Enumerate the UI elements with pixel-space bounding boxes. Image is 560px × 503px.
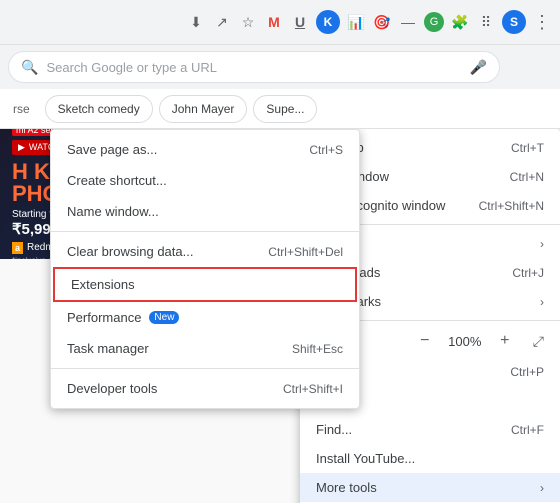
gmail-icon[interactable]: M (264, 12, 284, 32)
chips-row: rse Sketch comedy John Mayer Supe... (0, 89, 560, 129)
save-page-as-item[interactable]: Save page as... Ctrl+S (51, 134, 359, 165)
u-icon[interactable]: U (290, 12, 310, 32)
browser-toolbar: ⬇ ↗ ☆ M U K 📊 🎯 — G 🧩 ⠿ S ⋮ (0, 0, 560, 45)
toolbar-icons: ⬇ ↗ ☆ M U K 📊 🎯 — G 🧩 ⠿ S ⋮ (186, 10, 552, 34)
download-icon[interactable]: ⬇ (186, 12, 206, 32)
mic-icon[interactable]: 🎤 (470, 59, 487, 76)
search-bar[interactable]: 🔍 Search Google or type a URL 🎤 (8, 51, 500, 83)
amazon-logo: a (12, 242, 23, 254)
chip-john-mayer[interactable]: John Mayer (159, 95, 248, 123)
task-manager-item[interactable]: Task manager Shift+Esc (51, 333, 359, 364)
puzzle-icon[interactable]: 🧩 (450, 12, 470, 32)
sub-divider-1 (51, 231, 359, 232)
star-icon[interactable]: ☆ (238, 12, 258, 32)
main-content: mi A2 series ▶ WATCH NOW H KA PHONE Star… (0, 129, 560, 503)
zoom-plus-button[interactable]: + (493, 329, 517, 353)
more-tools-arrow: › (540, 481, 544, 495)
find-item[interactable]: Find... Ctrl+F (300, 415, 560, 444)
create-shortcut-item[interactable]: Create shortcut... (51, 165, 359, 196)
address-bar-row: 🔍 Search Google or type a URL 🎤 (0, 45, 560, 89)
performance-item[interactable]: Performance New (51, 302, 359, 333)
bookmarks-arrow: › (540, 295, 544, 309)
more-tools-item[interactable]: More tools › (300, 473, 560, 502)
k-profile-icon[interactable]: K (316, 10, 340, 34)
install-youtube-item[interactable]: Install YouTube... (300, 444, 560, 473)
menu-icon[interactable]: ⋮ (532, 12, 552, 32)
history-arrow: › (540, 237, 544, 251)
dash-icon[interactable]: — (398, 12, 418, 32)
grid-icon[interactable]: ⠿ (476, 12, 496, 32)
search-placeholder: Search Google or type a URL (46, 60, 217, 75)
chart-icon[interactable]: 📊 (346, 12, 366, 32)
developer-tools-item[interactable]: Developer tools Ctrl+Shift+I (51, 373, 359, 404)
g-circle-icon[interactable]: G (424, 12, 444, 32)
zoom-fullscreen-button[interactable]: ⤢ (533, 333, 544, 350)
search-icon: 🔍 (21, 59, 38, 76)
extensions-item[interactable]: Extensions (53, 267, 357, 302)
more-tools-submenu: Save page as... Ctrl+S Create shortcut..… (50, 129, 360, 409)
chip-rse[interactable]: rse (4, 95, 39, 123)
new-badge: New (149, 311, 179, 324)
chip-supe[interactable]: Supe... (253, 95, 317, 123)
sub-divider-2 (51, 368, 359, 369)
clear-browsing-data-item[interactable]: Clear browsing data... Ctrl+Shift+Del (51, 236, 359, 267)
s-profile-icon[interactable]: S (502, 10, 526, 34)
chip-sketch-comedy[interactable]: Sketch comedy (45, 95, 153, 123)
zoom-value: 100% (445, 334, 485, 349)
share-icon[interactable]: ↗ (212, 12, 232, 32)
name-window-item[interactable]: Name window... (51, 196, 359, 227)
play-icon: ▶ (18, 142, 25, 153)
zoom-minus-button[interactable]: − (413, 329, 437, 353)
game-icon[interactable]: 🎯 (372, 12, 392, 32)
zoom-controls: − 100% + ⤢ (413, 329, 544, 353)
